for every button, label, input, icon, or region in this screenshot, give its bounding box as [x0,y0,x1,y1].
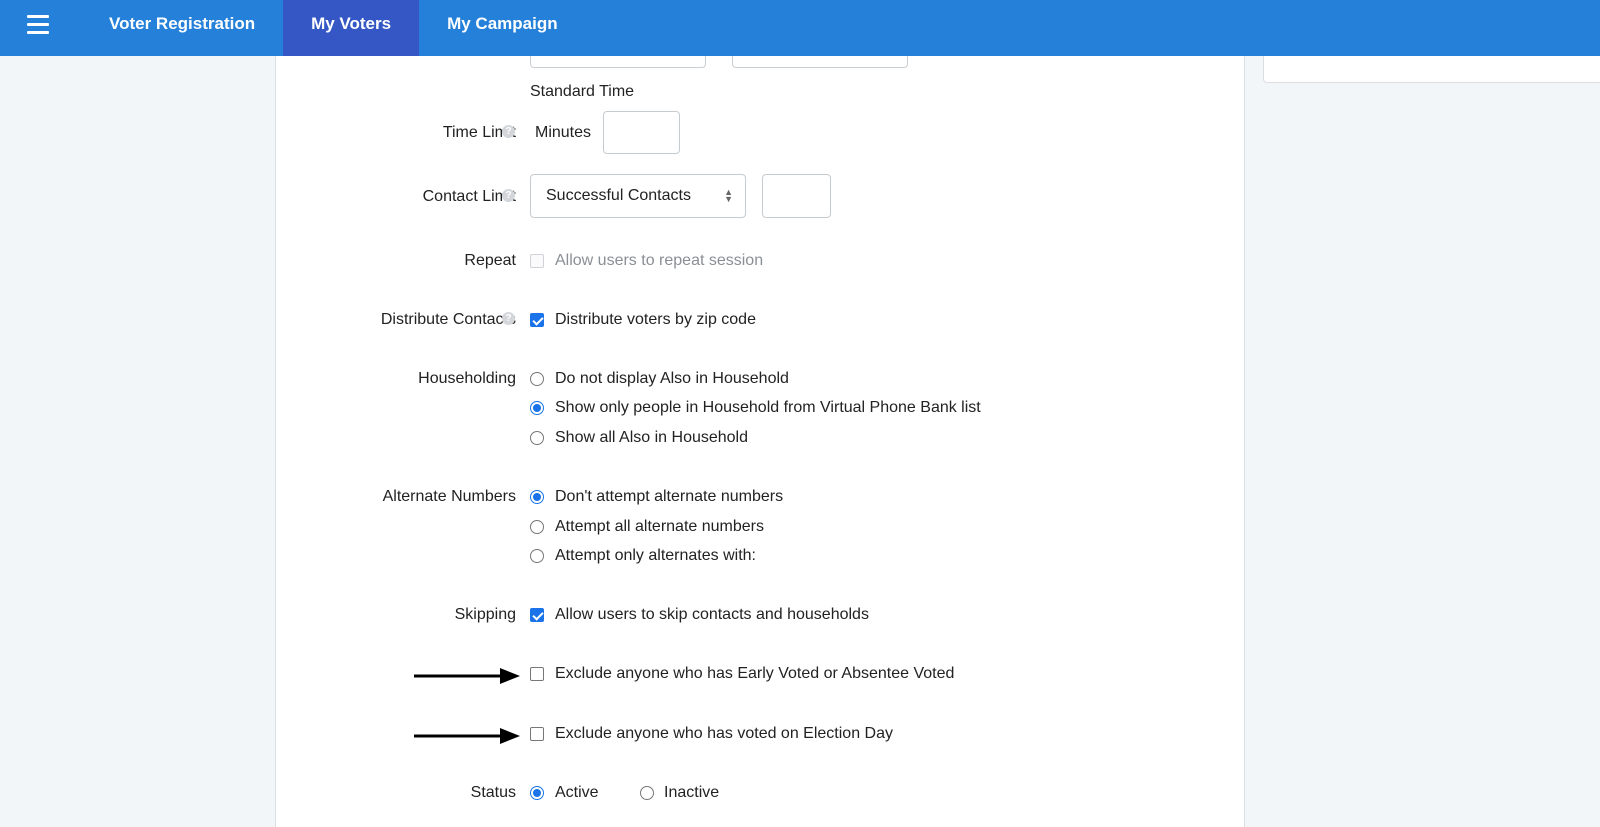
distribute-option-label: Distribute voters by zip code [555,311,756,328]
skipping-option-label: Allow users to skip contacts and househo… [555,606,869,623]
householding-radio-0[interactable] [530,372,544,386]
status-label: Status [470,784,516,801]
exclude-early-voted-checkbox[interactable] [530,667,544,681]
alternate-radio-2[interactable] [530,549,544,563]
distribute-contacts-label: Distribute Contacts [380,311,516,328]
select-caret-icon: ▲ ▼ [724,187,733,204]
householding-radio-1[interactable] [530,401,544,415]
skipping-checkbox[interactable] [530,608,544,622]
alternate-radio-1[interactable] [530,520,544,534]
form-panel [275,56,1245,827]
exclude-election-day-checkbox[interactable] [530,727,544,741]
minutes-label: Minutes [535,124,592,141]
help-icon[interactable]: ? [502,189,515,202]
contact-limit-input[interactable] [762,174,831,218]
alternate-option-0: Don't attempt alternate numbers [555,488,784,505]
householding-option-1: Show only people in Household from Virtu… [555,399,981,416]
householding-option-0: Do not display Also in Household [555,370,789,387]
top-nav: Voter Registration My Voters My Campaign [0,0,1600,56]
time-end-input[interactable] [732,56,908,68]
hamburger-menu-icon[interactable] [0,0,76,56]
repeat-option-label: Allow users to repeat session [555,252,764,269]
status-option-active: Active [555,784,599,801]
tab-voter-registration[interactable]: Voter Registration [76,0,283,56]
alternate-numbers-label: Alternate Numbers [382,488,516,505]
arrow-right-icon [414,668,520,684]
time-limit-input[interactable] [603,111,680,154]
status-radio-inactive[interactable] [640,786,654,800]
alternate-option-1: Attempt all alternate numbers [555,518,764,535]
repeat-checkbox[interactable] [530,254,544,268]
status-option-inactive: Inactive [664,784,720,801]
status-radio-active[interactable] [530,786,544,800]
help-icon[interactable]: ? [502,312,515,325]
tab-my-voters[interactable]: My Voters [283,0,420,56]
householding-radio-2[interactable] [530,431,544,445]
help-icon[interactable]: ? [502,125,515,138]
arrow-right-icon [414,728,520,744]
distribute-checkbox[interactable] [530,313,544,327]
time-start-input[interactable] [530,56,706,68]
tab-my-campaign[interactable]: My Campaign [419,0,586,56]
exclude-early-voted-label: Exclude anyone who has Early Voted or Ab… [555,665,955,682]
alternate-option-2: Attempt only alternates with: [555,547,756,564]
alternate-radio-0[interactable] [530,490,544,504]
skipping-label: Skipping [454,606,516,623]
repeat-label: Repeat [464,252,516,269]
householding-label: Householding [418,370,516,387]
householding-option-2: Show all Also in Household [555,429,749,446]
time-zone-text: Standard Time [530,83,635,100]
exclude-election-day-label: Exclude anyone who has voted on Election… [555,725,893,742]
contact-limit-select[interactable]: Successful Contacts ▲ ▼ [530,174,746,218]
contact-limit-select-value: Successful Contacts [546,187,691,204]
side-card [1263,56,1600,83]
